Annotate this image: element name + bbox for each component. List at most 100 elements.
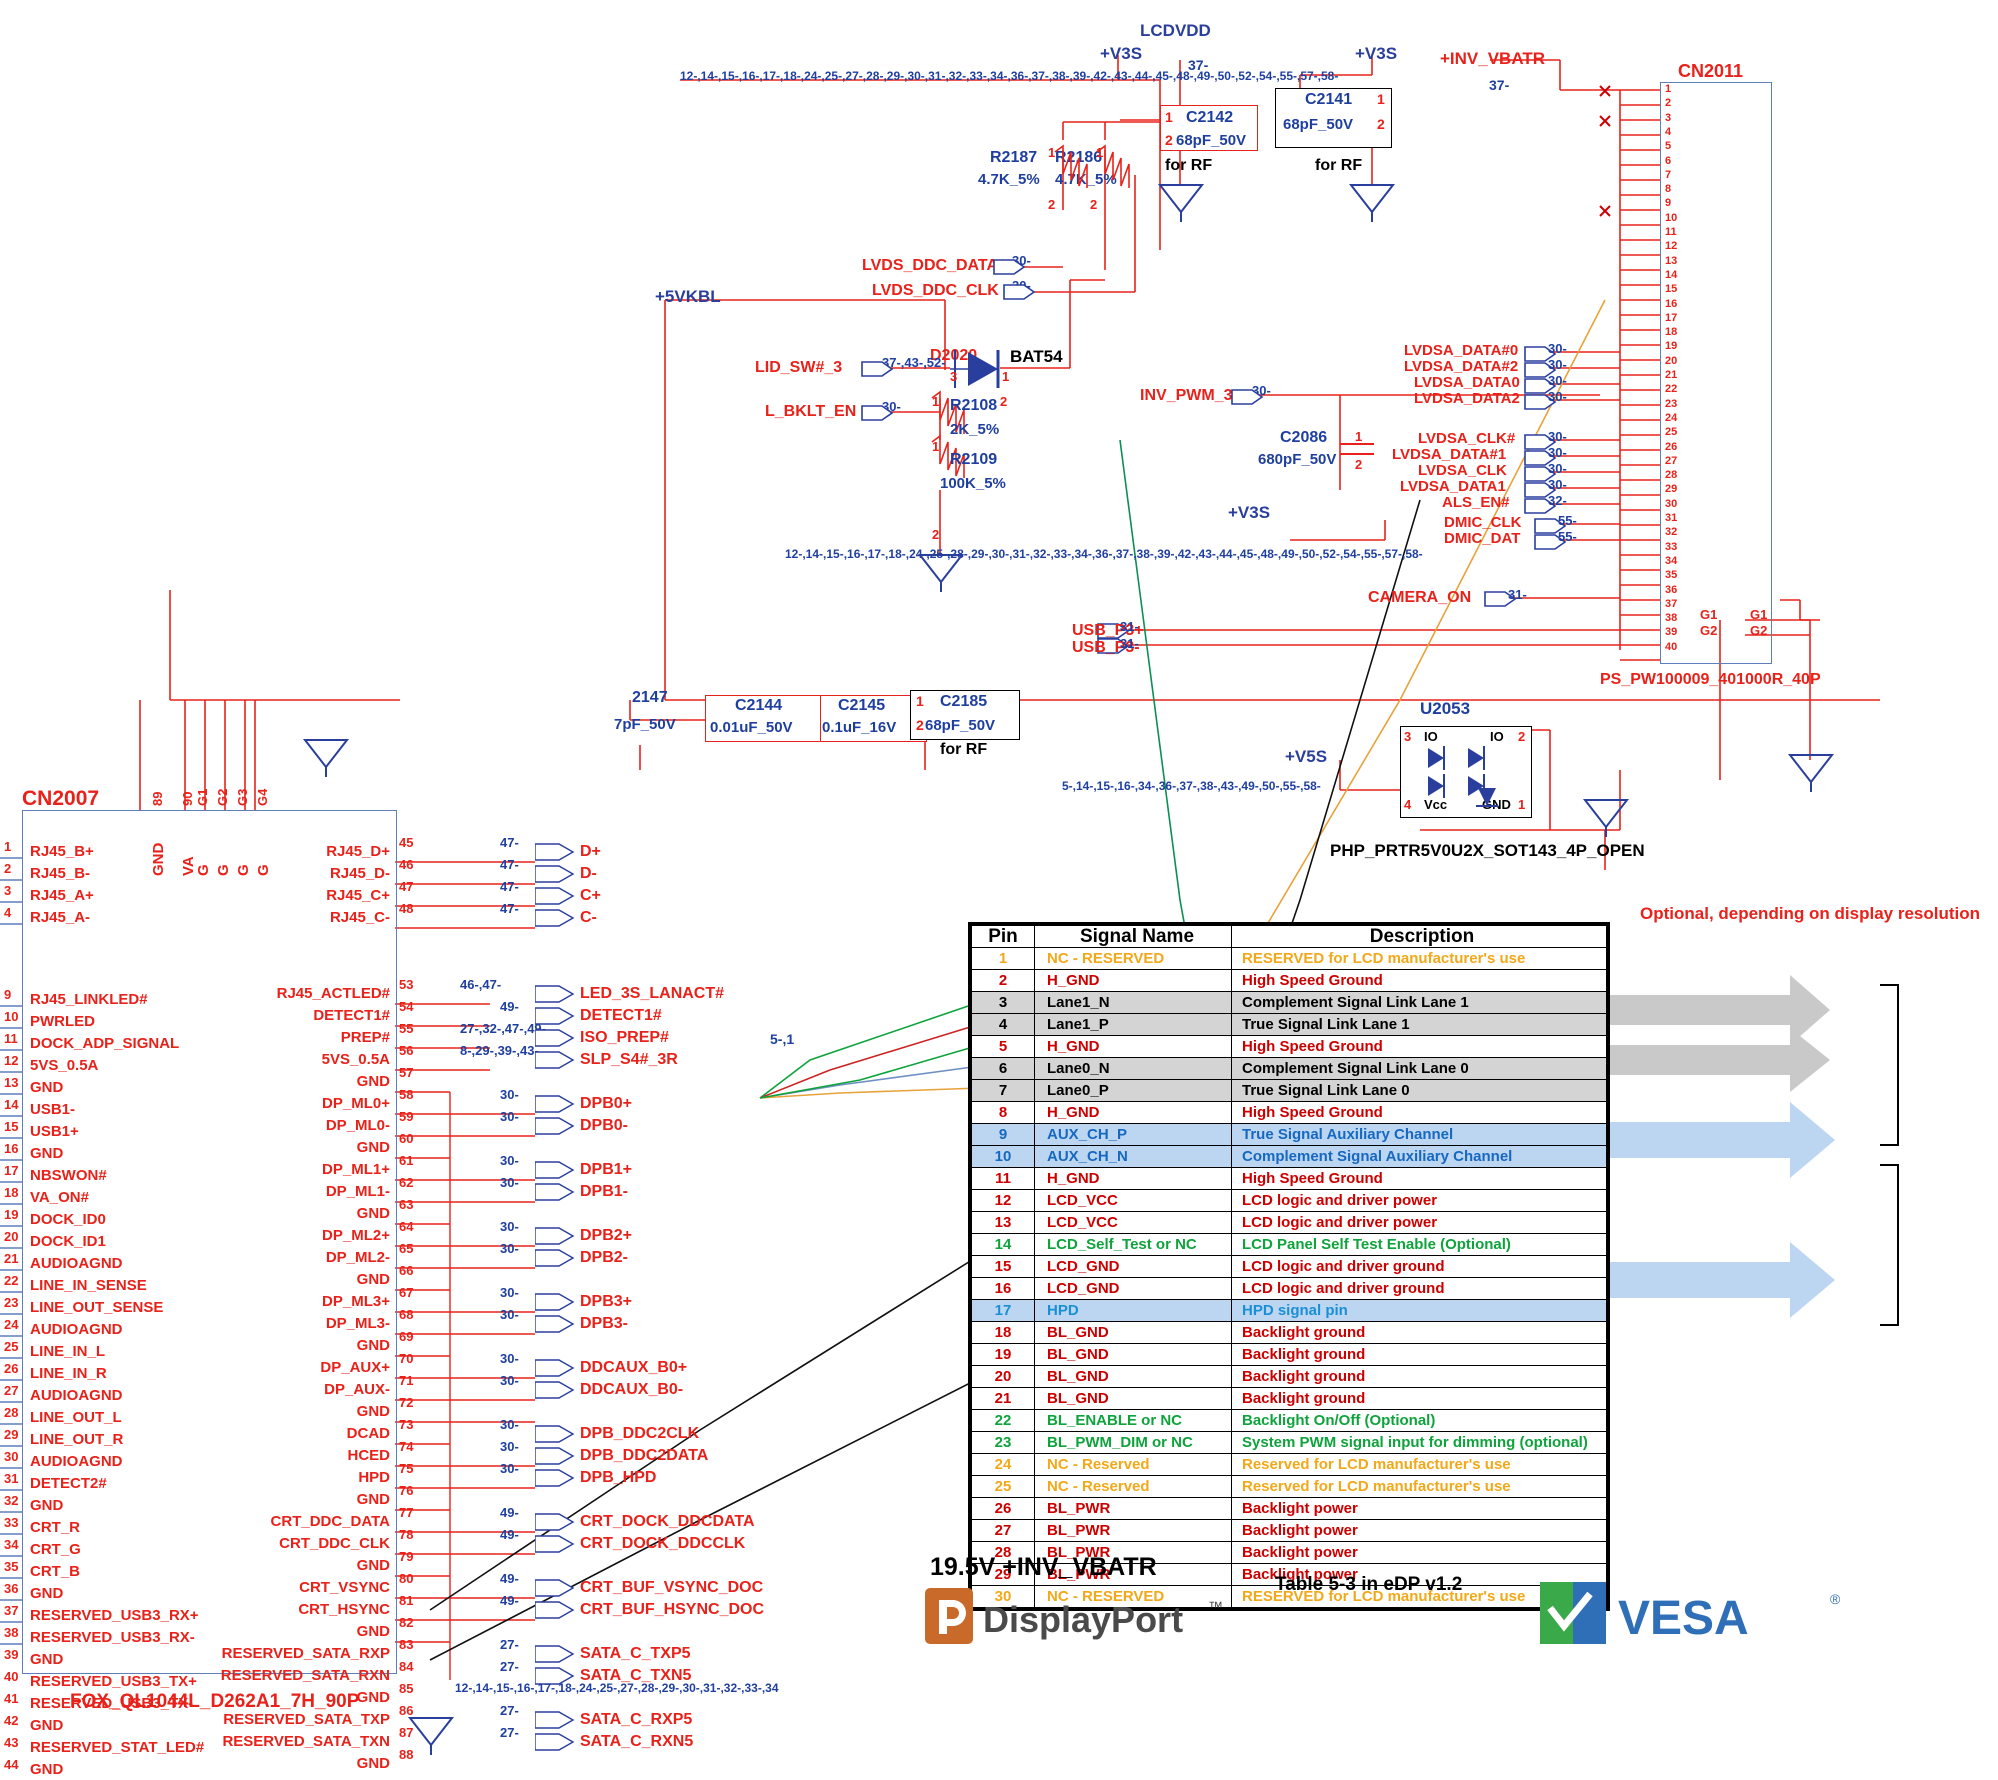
cn2011-g1-right: G1	[1750, 607, 1768, 622]
cn2007-net-53: LED_3S_LANACT#	[580, 985, 725, 1002]
table-row: 18 BL_GND Backlight ground	[971, 1321, 1607, 1344]
cn2007-pinnum-39: 39	[4, 1647, 19, 1662]
cell-description: High Speed Ground	[1231, 1101, 1607, 1124]
cn2007-pinname-19: DOCK_ID0	[30, 1211, 106, 1228]
cn2011-pin-33: 33	[1665, 540, 1678, 553]
cell-signal: NC - Reserved	[1034, 1453, 1232, 1476]
cn2007-rpinname-54: DETECT1#	[313, 1007, 390, 1024]
cell-signal: LCD_VCC	[1034, 1211, 1232, 1234]
capacitor-2147-value: 7pF_50V	[614, 716, 676, 733]
cn2007-net-81: CRT_BUF_HSYNC_DOC	[580, 1601, 765, 1618]
capacitor-c2144-ref: C2144	[735, 697, 783, 714]
cn2011-pin-22: 22	[1665, 383, 1678, 396]
capacitor-c2142-note: for RF	[1165, 157, 1213, 174]
capacitor-c2141-note: for RF	[1315, 157, 1363, 174]
cn2007-top-pinnum-90: 90	[180, 791, 195, 806]
capacitor-c2141-ref: C2141	[1305, 91, 1353, 108]
cn2007-net-86: SATA_C_RXP5	[580, 1711, 693, 1728]
cn2007-rtag-55: 27-,32-,47-,49-	[460, 1021, 546, 1036]
cn2007-port-arrow-48	[534, 909, 579, 927]
cn2011-pin-13: 13	[1665, 254, 1678, 267]
cn2007-rpinnum-45: 45	[399, 835, 414, 850]
cn2007-rpinname-69: GND	[356, 1337, 390, 1354]
cn2007-pinnum-37: 37	[4, 1603, 19, 1618]
table-row: 3 Lane1_N Complement Signal Link Lane 1	[971, 991, 1607, 1014]
cell-signal: Lane1_P	[1034, 1013, 1232, 1036]
cn2007-rpinname-88: GND	[356, 1755, 390, 1772]
cell-pin: 9	[971, 1123, 1035, 1146]
cn2007-rpinname-64: DP_ML2+	[322, 1227, 390, 1244]
cn2011-pin-4: 4	[1665, 125, 1672, 138]
cn2007-rpinname-56: 5VS_0.5A	[321, 1051, 390, 1068]
cn2007-net-67: DPB3+	[580, 1293, 633, 1310]
cell-signal: LCD_Self_Test or NC	[1034, 1233, 1232, 1256]
cn2007-rpinnum-57: 57	[399, 1065, 414, 1080]
cn2007-port-arrow-75	[534, 1469, 579, 1487]
signal-lvdsa-data-n1-tag: 30-	[1548, 445, 1567, 460]
schematic-canvas: LCDVDD +V3S +V3S +INV_VBATR 37- 37- +5VK…	[0, 0, 1998, 1780]
cn2007-rtag-75: 30-	[500, 1461, 519, 1476]
voltage-note: 19.5V +INV_VBATR	[930, 1553, 1157, 1581]
cell-signal: BL_ENABLE or NC	[1034, 1409, 1232, 1432]
cn2011-g2-right: G2	[1750, 623, 1768, 638]
table-row: 12 LCD_VCC LCD logic and driver power	[971, 1189, 1607, 1212]
cn2007-pinnum-26: 26	[4, 1361, 19, 1376]
cn2007-pinname-17: NBSWON#	[30, 1167, 107, 1184]
cn2007-rpinnum-47: 47	[399, 879, 414, 894]
ic-u2053-part: PHP_PRTR5V0U2X_SOT143_4P_OPEN	[1330, 841, 1645, 860]
cn2011-pin-34: 34	[1665, 554, 1678, 567]
cn2007-port-arrow-70	[534, 1359, 579, 1377]
cn2007-rpinname-68: DP_ML3-	[325, 1315, 390, 1332]
svg-text:®: ®	[1830, 1591, 1841, 1607]
cn2007-pinname-4: RJ45_A-	[30, 909, 91, 926]
cn2011-pin-17: 17	[1665, 311, 1678, 324]
cn2007-pinnum-15: 15	[4, 1119, 19, 1134]
capacitor-c2141-pin1: 1	[1377, 91, 1385, 107]
cn2007-net-59: DPB0-	[580, 1117, 629, 1134]
signal-lvdsa-clk-n: LVDSA_CLK#	[1418, 430, 1516, 447]
cn2007-rtag-53: 46-,47-	[460, 977, 502, 992]
net-label-inv-vbatr: +INV_VBATR	[1440, 49, 1546, 68]
displayport-wordmark: DisplayPort	[983, 1599, 1183, 1640]
cn2007-pinname-32: GND	[30, 1497, 64, 1514]
cn2007-rpinnum-66: 66	[399, 1263, 414, 1278]
cell-pin: 27	[971, 1519, 1035, 1542]
u2053-pin4: 4	[1404, 797, 1412, 812]
cell-description: True Signal Link Lane 0	[1231, 1079, 1607, 1102]
cell-signal: LCD_GND	[1034, 1255, 1232, 1278]
cn2007-rpinname-74: HCED	[347, 1447, 390, 1464]
cn2007-rpinname-75: HPD	[358, 1469, 390, 1486]
cn2007-rtag-58: 30-	[500, 1087, 519, 1102]
cn2007-rpinname-73: DCAD	[346, 1425, 390, 1442]
cell-signal: H_GND	[1034, 1167, 1232, 1190]
table-row: 14 LCD_Self_Test or NC LCD Panel Self Test…	[971, 1233, 1607, 1256]
header-pin: Pin	[971, 925, 1035, 948]
resistor-r2186-value: 4.7K_5%	[1055, 171, 1117, 188]
cell-pin: 7	[971, 1079, 1035, 1102]
cn2011-pin-14: 14	[1665, 268, 1678, 281]
signal-inv-pwm3-tag: 30-	[1252, 383, 1271, 398]
table-row: 5 H_GND High Speed Ground	[971, 1035, 1607, 1058]
header-signal: Signal Name	[1034, 925, 1232, 948]
cn2007-net-71: DDCAUX_B0-	[580, 1381, 684, 1398]
cn2007-rtag-71: 30-	[500, 1373, 519, 1388]
table-row: 20 BL_GND Backlight ground	[971, 1365, 1607, 1388]
cell-description: True Signal Auxiliary Channel	[1231, 1123, 1607, 1146]
cn2007-pinname-42: GND	[30, 1717, 64, 1734]
cn2007-rpinnum-59: 59	[399, 1109, 414, 1124]
cn2007-port-arrow-80	[534, 1579, 579, 1597]
resistor-r2109-value: 100K_5%	[940, 475, 1006, 492]
signal-lvds-ddc-data: LVDS_DDC_DATA	[862, 257, 999, 274]
cell-pin: 25	[971, 1475, 1035, 1498]
cn2007-pinnum-10: 10	[4, 1009, 19, 1024]
cell-pin: 15	[971, 1255, 1035, 1278]
cell-pin: 24	[971, 1453, 1035, 1476]
table-caption: Table 5-3 in eDP v1.2	[1275, 1574, 1463, 1595]
cn2011-pin-30: 30	[1665, 497, 1678, 510]
cn2007-rpinname-86: RESERVED_SATA_TXP	[223, 1711, 390, 1728]
cn2007-rpinnum-46: 46	[399, 857, 414, 872]
cell-signal: BL_GND	[1034, 1387, 1232, 1410]
cn2007-pinname-36: GND	[30, 1585, 64, 1602]
cn2007-net-54: DETECT1#	[580, 1007, 662, 1024]
cn2007-pinnum-28: 28	[4, 1405, 19, 1420]
